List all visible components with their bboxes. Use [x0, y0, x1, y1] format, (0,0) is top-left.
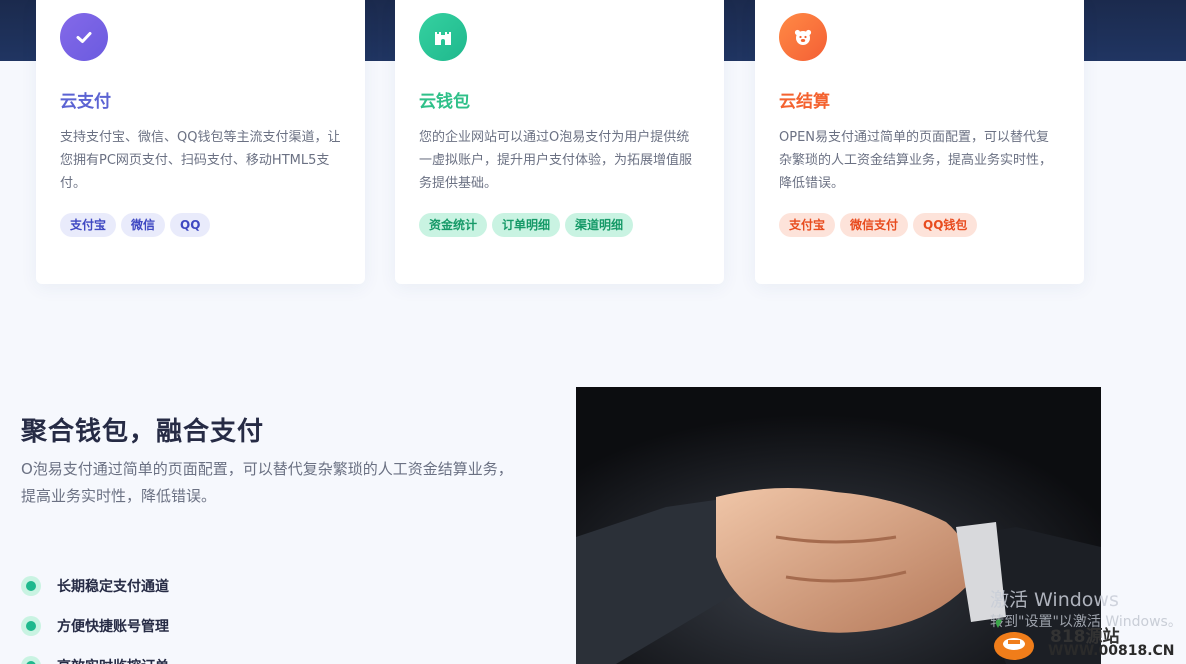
activate-windows-title: 激活 Windows — [990, 589, 1119, 611]
feature-card-cloud-wallet: 云钱包 您的企业网站可以通过O泡易支付为用户提供统一虚拟账户，提升用户支付体验，… — [395, 0, 724, 284]
check-icon — [60, 13, 108, 61]
tag[interactable]: 渠道明细 — [565, 213, 634, 237]
feature-item: 方便快捷账号管理 — [21, 606, 169, 646]
feature-card-cloud-settlement: 云结算 OPEN易支付通过简单的页面配置，可以替代复杂繁琐的人工资金结算业务，提… — [755, 0, 1084, 284]
feature-label: 高效实时监控订单 — [57, 656, 169, 664]
tag[interactable]: QQ钱包 — [913, 213, 978, 237]
feature-label: 方便快捷账号管理 — [57, 619, 169, 635]
card-description: 支持支付宝、微信、QQ钱包等主流支付渠道，让您拥有PC网页支付、扫码支付、移动H… — [60, 130, 341, 191]
feature-item: 长期稳定支付通道 — [21, 566, 169, 606]
tag-list: 支付宝 微信 QQ — [60, 213, 211, 237]
tag[interactable]: 订单明细 — [492, 213, 561, 237]
section-description: O泡易支付通过简单的页面配置，可以替代复杂繁琐的人工资金结算业务，提高业务实时性… — [21, 460, 513, 505]
card-description: 您的企业网站可以通过O泡易支付为用户提供统一虚拟账户，提升用户支付体验，为拓展增… — [419, 130, 693, 191]
tag-list: 资金统计 订单明细 渠道明细 — [419, 213, 634, 237]
html5-icon — [21, 616, 41, 636]
tag[interactable]: 微信 — [121, 213, 166, 237]
tag[interactable]: 支付宝 — [60, 213, 117, 237]
card-description: OPEN易支付通过简单的页面配置，可以替代复杂繁琐的人工资金结算业务，提高业务实… — [779, 130, 1053, 191]
feature-card-cloud-pay: 云支付 支持支付宝、微信、QQ钱包等主流支付渠道，让您拥有PC网页支付、扫码支付… — [36, 0, 365, 284]
feature-label: 长期稳定支付通道 — [57, 579, 169, 595]
tag[interactable]: 资金统计 — [419, 213, 488, 237]
site-logo-icon — [990, 616, 1038, 662]
tag[interactable]: QQ — [170, 213, 211, 237]
bear-icon — [779, 13, 827, 61]
card-title: 云支付 — [60, 92, 111, 112]
monitor-icon — [21, 656, 41, 664]
tag-list: 支付宝 微信支付 QQ钱包 — [779, 213, 978, 237]
card-title: 云结算 — [779, 92, 830, 112]
feature-item: 高效实时监控订单 — [21, 646, 169, 664]
tag[interactable]: 微信支付 — [840, 213, 909, 237]
tag[interactable]: 支付宝 — [779, 213, 836, 237]
card-title: 云钱包 — [419, 92, 470, 112]
section-title: 聚合钱包，融合支付 — [21, 417, 265, 447]
gear-icon — [21, 576, 41, 596]
feature-list: 长期稳定支付通道 方便快捷账号管理 高效实时监控订单 — [21, 566, 169, 664]
site-url: WWW.00818.CN — [1048, 643, 1175, 659]
castle-icon — [419, 13, 467, 61]
